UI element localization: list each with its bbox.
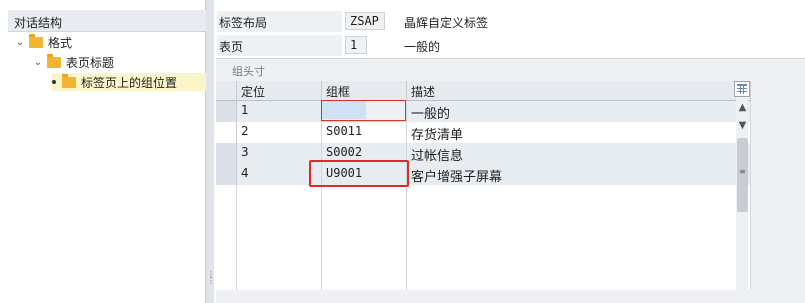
- empty-cell[interactable]: [322, 227, 407, 248]
- cell-description[interactable]: 过帐信息: [407, 143, 751, 164]
- empty-row[interactable]: [216, 206, 751, 227]
- table-row[interactable]: 3 S0002 过帐信息: [216, 143, 751, 164]
- page-label: 表页: [219, 40, 244, 54]
- column-header-group-box[interactable]: 组框: [322, 81, 407, 101]
- cell-group-box[interactable]: S0011: [322, 122, 407, 143]
- panel-splitter[interactable]: [206, 0, 214, 303]
- row-selector[interactable]: [216, 143, 237, 164]
- row-selector[interactable]: [216, 185, 237, 206]
- cell-selection-fill: [322, 101, 366, 119]
- layout-field[interactable]: ZSAP: [345, 12, 385, 30]
- empty-cell[interactable]: [407, 269, 751, 290]
- chevron-down-icon[interactable]: ⌄: [32, 57, 44, 68]
- row-selector[interactable]: [216, 206, 237, 227]
- column-header-position[interactable]: 定位: [237, 81, 322, 101]
- page-description: 一般的: [404, 40, 441, 54]
- row-selector[interactable]: [216, 122, 237, 143]
- bullet-icon: [52, 80, 56, 84]
- empty-cell[interactable]: [407, 227, 751, 248]
- folder-icon: [47, 53, 61, 68]
- empty-row[interactable]: [216, 248, 751, 269]
- empty-cell[interactable]: [322, 206, 407, 227]
- table-row[interactable]: 4 U9001 客户增强子屏幕: [216, 164, 751, 185]
- empty-cell[interactable]: [322, 269, 407, 290]
- empty-row[interactable]: [216, 269, 751, 290]
- cell-position[interactable]: 1: [237, 101, 322, 122]
- table-settings-icon[interactable]: [734, 81, 750, 97]
- group-positions-table: 组头寸 定位 组框 描述 1 S0001 一般的 2 S0011 存货清单 3 …: [216, 58, 805, 303]
- tree-item-label: 标签页上的组位置: [81, 75, 178, 90]
- tree-item-label: 表页标题: [66, 55, 115, 70]
- empty-cell[interactable]: [407, 206, 751, 227]
- cell-position[interactable]: 3: [237, 143, 322, 164]
- tree-item-page-title[interactable]: ⌄ 表页标题: [32, 53, 114, 71]
- folder-icon: [29, 33, 43, 48]
- empty-cell[interactable]: [237, 185, 322, 206]
- empty-cell[interactable]: [237, 248, 322, 269]
- empty-cell[interactable]: [237, 227, 322, 248]
- tree-item-group-position[interactable]: 标签页上的组位置: [52, 73, 206, 91]
- cell-position[interactable]: 4: [237, 164, 322, 185]
- empty-row[interactable]: [216, 227, 751, 248]
- empty-cell[interactable]: [322, 185, 407, 206]
- page-field[interactable]: 1: [345, 36, 367, 54]
- empty-cell[interactable]: [237, 206, 322, 227]
- empty-cell[interactable]: [407, 185, 751, 206]
- table-row[interactable]: 2 S0011 存货清单: [216, 122, 751, 143]
- empty-row[interactable]: [216, 185, 751, 206]
- row-selector[interactable]: [216, 227, 237, 248]
- cell-position[interactable]: 2: [237, 122, 322, 143]
- cell-description[interactable]: 一般的: [407, 101, 751, 122]
- empty-cell[interactable]: [407, 248, 751, 269]
- chevron-down-icon[interactable]: ⌄: [14, 37, 26, 48]
- table-row[interactable]: 1 S0001 一般的: [216, 101, 751, 122]
- scroll-grip-icon: ≡: [739, 167, 746, 176]
- row-selector[interactable]: [216, 164, 237, 185]
- cell-description[interactable]: 客户增强子屏幕: [407, 164, 751, 185]
- layout-label: 标签布局: [219, 16, 268, 30]
- table-title: 组头寸: [232, 65, 265, 78]
- layout-description: 晶辉自定义标签: [404, 16, 489, 30]
- cell-group-box[interactable]: U9001: [322, 164, 407, 185]
- cell-description[interactable]: 存货清单: [407, 122, 751, 143]
- scroll-up-icon[interactable]: ▲: [737, 102, 748, 114]
- row-selector[interactable]: [216, 269, 237, 290]
- dialog-structure-header: 对话结构: [8, 10, 206, 32]
- select-all-header[interactable]: [216, 81, 237, 101]
- cell-group-box[interactable]: S0002: [322, 143, 407, 164]
- row-selector[interactable]: [216, 248, 237, 269]
- row-selector[interactable]: [216, 101, 237, 122]
- tree-item-label: 格式: [48, 35, 73, 50]
- splitter-grip-icon[interactable]: ⋮ ⋮: [207, 271, 215, 300]
- empty-cell[interactable]: [322, 248, 407, 269]
- tree-item-format[interactable]: ⌄ 格式: [14, 33, 72, 51]
- empty-cell[interactable]: [237, 269, 322, 290]
- dialog-structure-panel: 对话结构 ⌄ 格式 ⌄ 表页标题 标签页上的组位置: [0, 0, 206, 303]
- column-header-description[interactable]: 描述: [407, 81, 751, 101]
- scroll-down-icon[interactable]: ▼: [737, 120, 748, 132]
- folder-open-icon: [62, 73, 76, 88]
